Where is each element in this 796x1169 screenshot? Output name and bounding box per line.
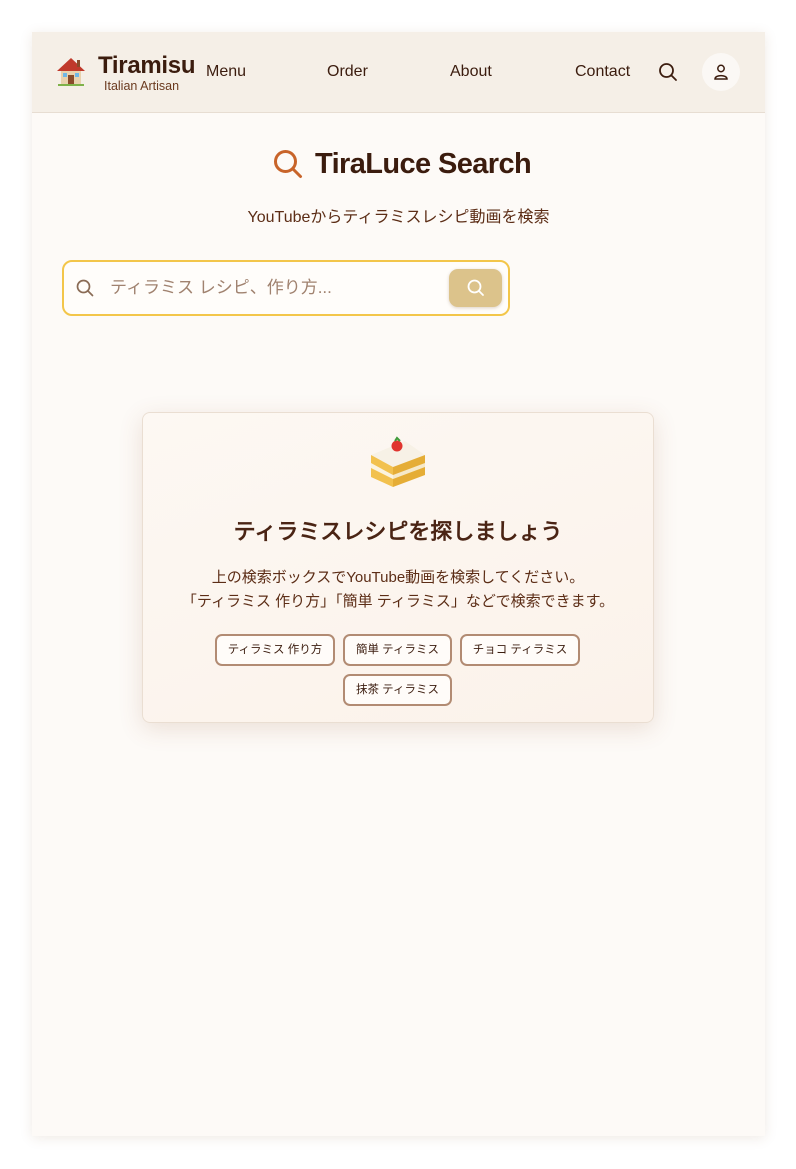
suggestion-chip-how-to[interactable]: ティラミス 作り方 [215, 634, 335, 666]
user-icon [714, 64, 728, 80]
nav-about-link[interactable]: About [450, 63, 492, 81]
hero-search-icon [272, 148, 304, 180]
search-input[interactable] [110, 272, 440, 304]
app-window: Tiramisu Italian Artisan Menu Order Abou… [32, 32, 765, 1136]
suggestion-chip-chocolate[interactable]: チョコ ティラミス [460, 634, 580, 666]
search-icon[interactable] [656, 60, 680, 84]
search-bar [62, 260, 510, 316]
empty-state-title: ティラミスレシピを探しましょう [233, 519, 563, 544]
suggestion-chip-matcha[interactable]: 抹茶 ティラミス [343, 674, 452, 706]
page-subtitle: YouTubeからティラミスレシピ動画を検索 [247, 209, 550, 226]
brand-title[interactable]: Tiramisu [98, 52, 196, 80]
account-button[interactable] [702, 53, 740, 91]
cake-slice-icon [367, 433, 429, 491]
site-header: Tiramisu Italian Artisan Menu Order Abou… [32, 32, 765, 113]
nav-contact-link[interactable]: Contact [575, 63, 630, 81]
empty-state-description-line2: 「ティラミス 作り方」「簡単 ティラミス」などで検索できます。 [181, 593, 615, 610]
empty-state-card: ティラミスレシピを探しましょう 上の検索ボックスでYouTube動画を検索してく… [142, 412, 654, 723]
page-title: TiraLuce Search [315, 148, 532, 180]
suggestion-chip-easy[interactable]: 簡単 ティラミス [343, 634, 452, 666]
search-icon [467, 279, 484, 296]
house-icon[interactable] [54, 54, 88, 88]
nav-order-link[interactable]: Order [327, 63, 368, 81]
nav-menu-link[interactable]: Menu [206, 63, 246, 81]
empty-state-description-line1: 上の検索ボックスでYouTube動画を検索してください。 [211, 569, 585, 586]
search-field-icon [75, 278, 95, 298]
search-submit-button[interactable] [449, 269, 502, 307]
brand-subtitle: Italian Artisan [104, 79, 180, 93]
